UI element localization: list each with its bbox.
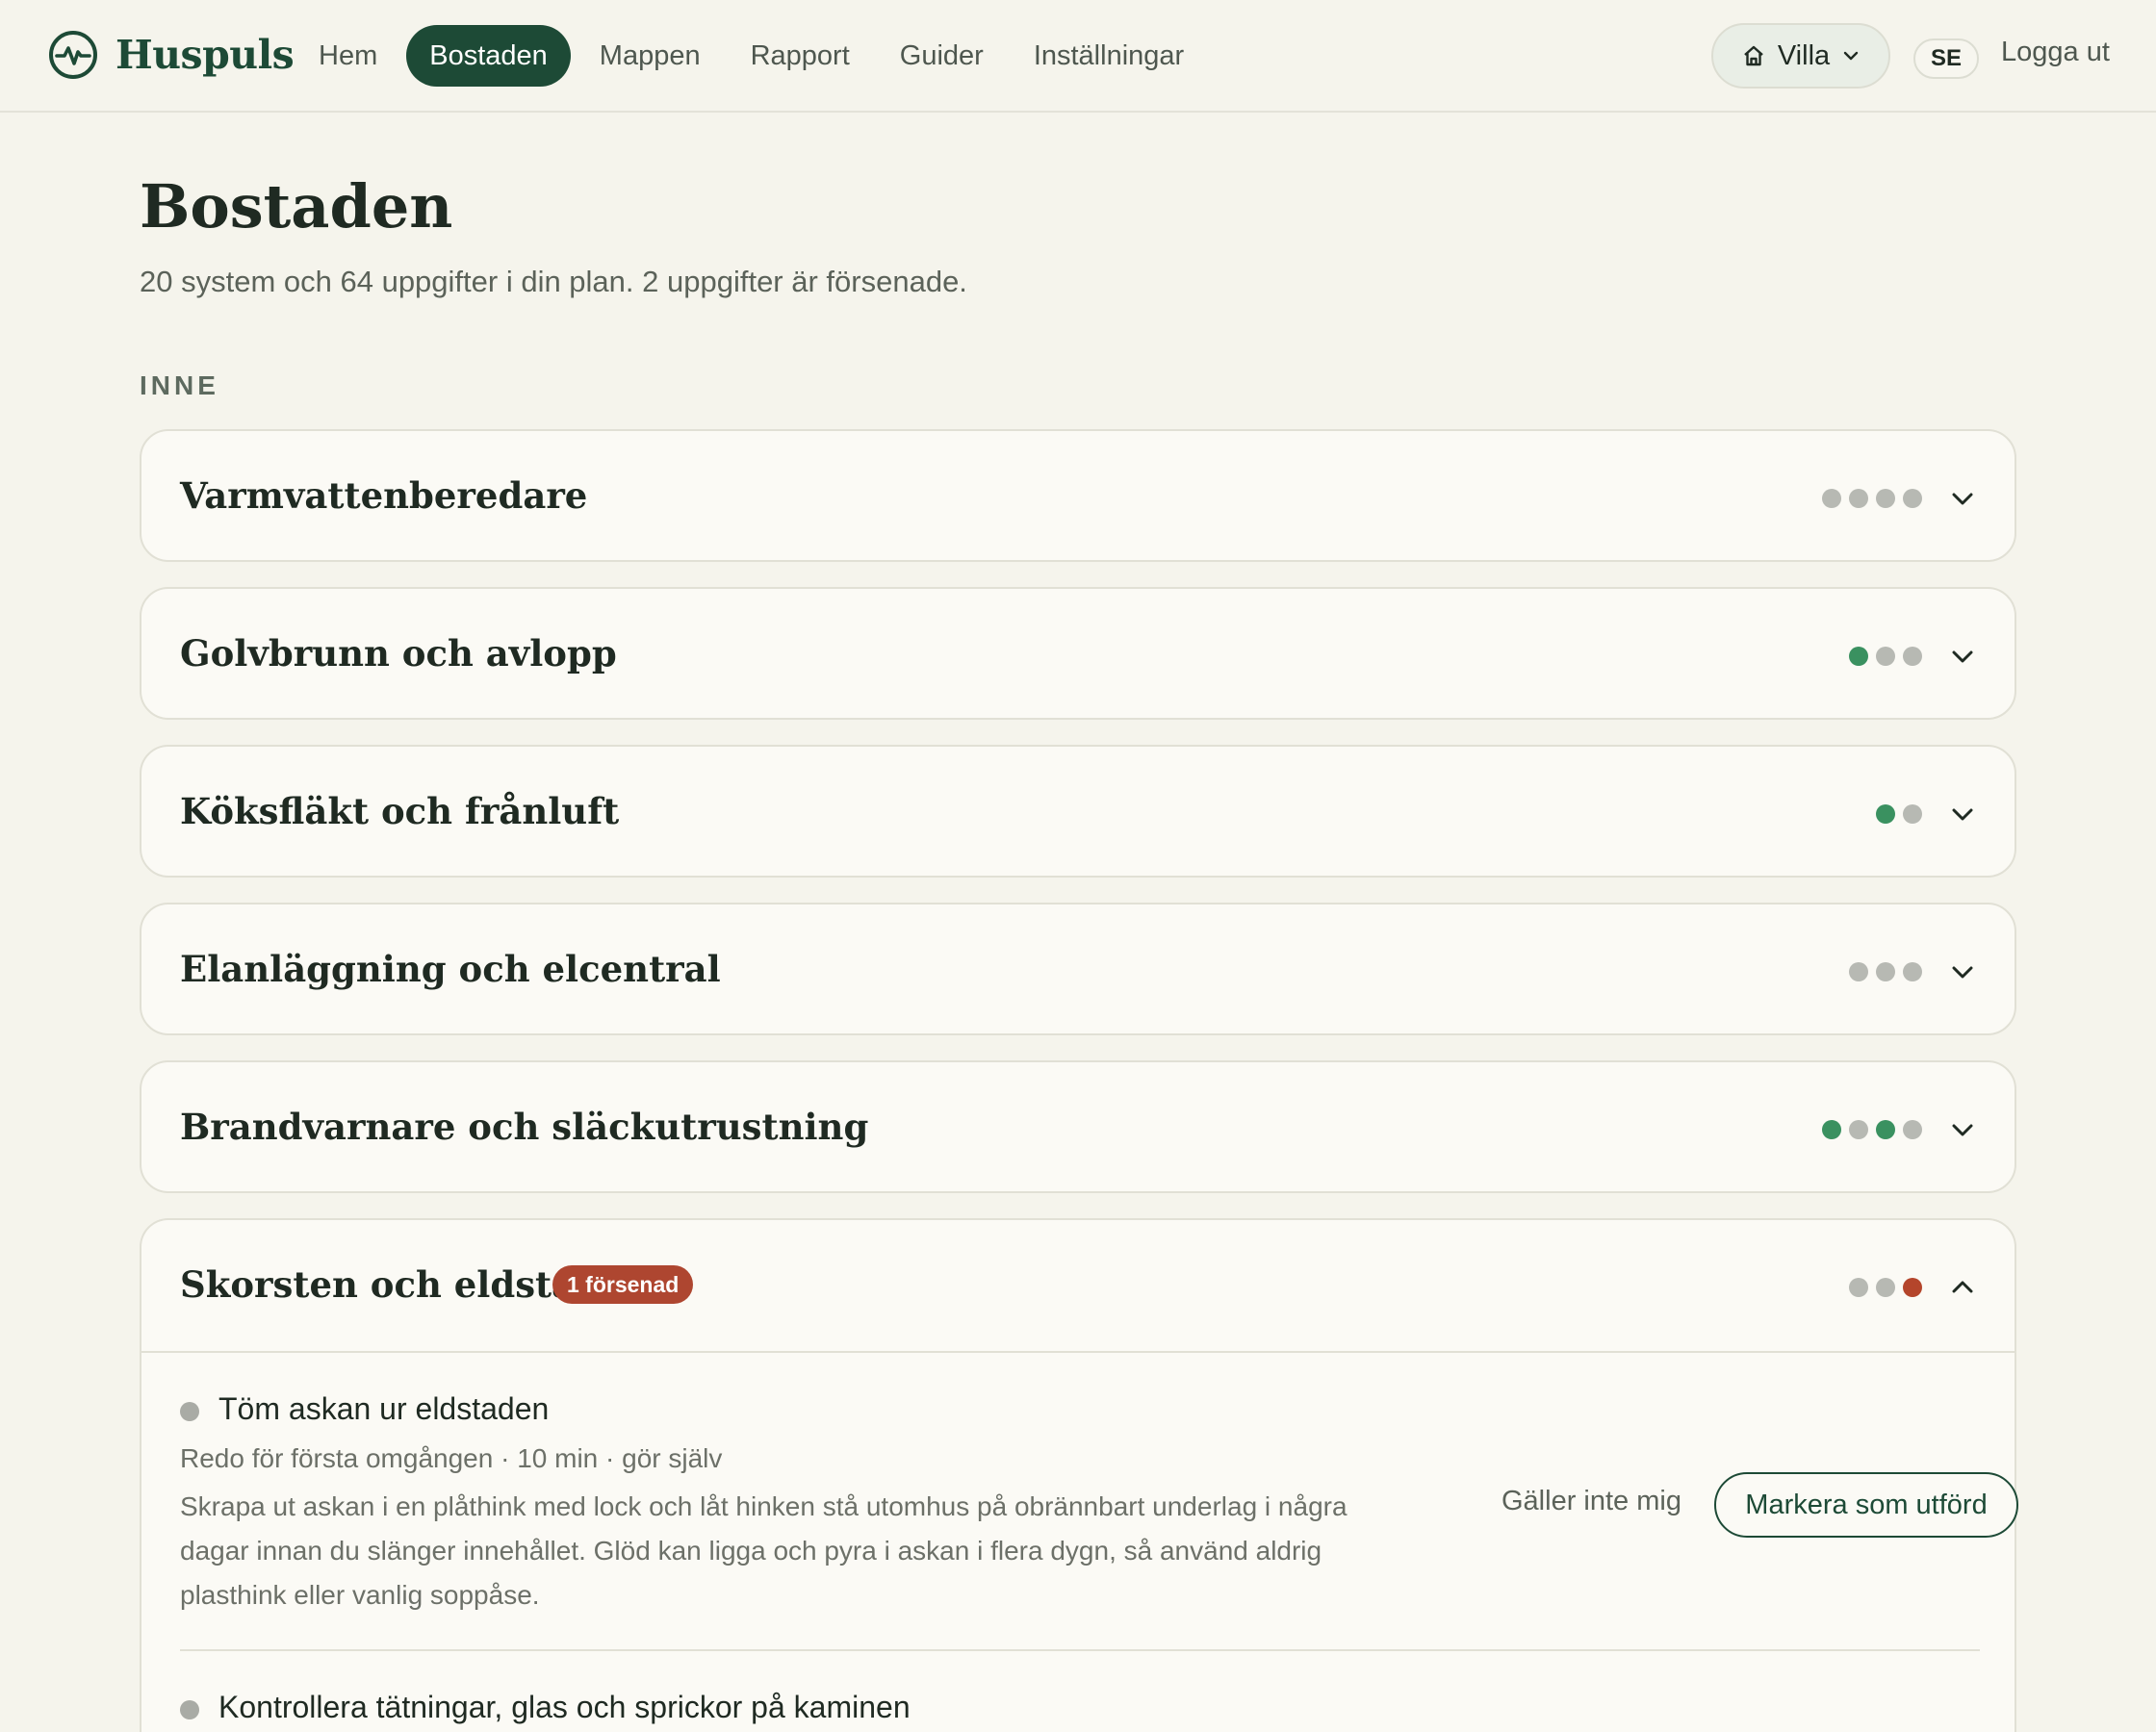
system-title: Golvbrunn och avlopp bbox=[180, 632, 617, 675]
system-card-header[interactable]: Skorsten och eldstad 1 försenad bbox=[141, 1220, 2015, 1353]
task-status-dot bbox=[180, 1402, 199, 1421]
task-title: Kontrollera tätningar, glas och sprickor… bbox=[218, 1690, 911, 1724]
chevron-up-icon[interactable] bbox=[1949, 1274, 1976, 1301]
brand-name: Huspuls bbox=[116, 32, 295, 78]
system-title: Köksfläkt och frånluft bbox=[180, 790, 620, 832]
section-label-inne: INNE bbox=[140, 370, 219, 400]
task-status-dots bbox=[1822, 489, 1922, 508]
chevron-down-icon[interactable] bbox=[1949, 801, 1976, 828]
pulse-logo-icon bbox=[49, 31, 97, 79]
chevron-down-icon bbox=[1843, 51, 1859, 61]
overdue-badge: 1 försenad bbox=[552, 1265, 694, 1304]
brand-logo[interactable]: Huspuls bbox=[48, 30, 295, 80]
system-card-koksflakt[interactable]: Köksfläkt och frånluft bbox=[140, 745, 2016, 878]
logout-link[interactable]: Logga ut bbox=[2001, 37, 2110, 68]
status-dot bbox=[1822, 489, 1841, 508]
property-selector-label: Villa bbox=[1777, 39, 1831, 71]
main-nav: Hem Bostaden Mappen Rapport Guider Instä… bbox=[294, 25, 1209, 87]
task-status-dot bbox=[180, 1700, 199, 1719]
status-dot bbox=[1849, 489, 1868, 508]
chevron-down-icon[interactable] bbox=[1949, 1116, 1976, 1143]
status-dot bbox=[1903, 804, 1922, 824]
status-dot bbox=[1903, 1278, 1922, 1297]
status-dot bbox=[1849, 962, 1868, 981]
task-meta: Redo för första omgången · 10 min · gör … bbox=[180, 1443, 723, 1473]
system-card-skorsten: Skorsten och eldstad 1 försenad Töm aska… bbox=[140, 1218, 2018, 1732]
nav-installningar[interactable]: Inställningar bbox=[1009, 25, 1209, 87]
status-dot bbox=[1876, 804, 1895, 824]
language-switch[interactable]: SE bbox=[1913, 38, 1979, 79]
system-card-varmvattenberedare[interactable]: Varmvattenberedare bbox=[140, 429, 2016, 562]
task-status-dots bbox=[1822, 1120, 1922, 1139]
chevron-down-icon[interactable] bbox=[1949, 485, 1976, 512]
not-applicable-link[interactable]: Gäller inte mig bbox=[1502, 1486, 1681, 1517]
nav-bostaden[interactable]: Bostaden bbox=[406, 25, 571, 87]
chevron-down-icon[interactable] bbox=[1949, 958, 1976, 985]
task-status-dots bbox=[1849, 962, 1922, 981]
system-title: Elanläggning och elcentral bbox=[180, 948, 721, 990]
status-dot bbox=[1849, 647, 1868, 666]
status-dot bbox=[1876, 489, 1895, 508]
status-dot bbox=[1876, 1120, 1895, 1139]
task-status-dots bbox=[1876, 804, 1922, 824]
status-dot bbox=[1849, 1278, 1868, 1297]
task-title: Töm askan ur eldstaden bbox=[218, 1391, 550, 1426]
status-dot bbox=[1876, 647, 1895, 666]
status-dot bbox=[1849, 1120, 1868, 1139]
status-dot bbox=[1903, 1120, 1922, 1139]
task-item: Töm askan ur eldstaden Redo för första o… bbox=[180, 1391, 2018, 1613]
system-title: Brandvarnare och släckutrustning bbox=[180, 1106, 869, 1148]
system-title: Skorsten och eldstad bbox=[180, 1263, 600, 1306]
nav-mappen[interactable]: Mappen bbox=[575, 25, 726, 87]
nav-rapport[interactable]: Rapport bbox=[726, 25, 875, 87]
nav-guider[interactable]: Guider bbox=[875, 25, 1009, 87]
house-icon bbox=[1744, 45, 1763, 66]
chevron-down-icon[interactable] bbox=[1949, 643, 1976, 670]
task-item: Kontrollera tätningar, glas och sprickor… bbox=[180, 1690, 1980, 1732]
property-selector[interactable]: Villa bbox=[1711, 23, 1890, 89]
system-card-brandvarnare[interactable]: Brandvarnare och släckutrustning bbox=[140, 1060, 2016, 1193]
task-description: Skrapa ut askan i en plåthink med lock o… bbox=[180, 1491, 1348, 1610]
system-title: Varmvattenberedare bbox=[180, 474, 588, 517]
task-status-dots bbox=[1849, 647, 1922, 666]
task-divider bbox=[180, 1649, 1980, 1651]
nav-home[interactable]: Hem bbox=[294, 25, 402, 87]
status-dot bbox=[1876, 962, 1895, 981]
page-subtitle: 20 system och 64 uppgifter i din plan. 2… bbox=[140, 265, 967, 298]
status-dot bbox=[1876, 1278, 1895, 1297]
status-dot bbox=[1903, 489, 1922, 508]
page-title: Bostaden bbox=[140, 171, 453, 242]
status-dot bbox=[1822, 1120, 1841, 1139]
system-card-elanlaggning[interactable]: Elanläggning och elcentral bbox=[140, 903, 2016, 1035]
top-navigation-bar: Huspuls Hem Bostaden Mappen Rapport Guid… bbox=[0, 0, 2156, 113]
status-dot bbox=[1903, 962, 1922, 981]
system-card-golvbrunn[interactable]: Golvbrunn och avlopp bbox=[140, 587, 2016, 720]
status-dot bbox=[1903, 647, 1922, 666]
mark-done-button[interactable]: Markera som utförd bbox=[1714, 1472, 2018, 1538]
task-status-dots bbox=[1849, 1278, 1922, 1297]
